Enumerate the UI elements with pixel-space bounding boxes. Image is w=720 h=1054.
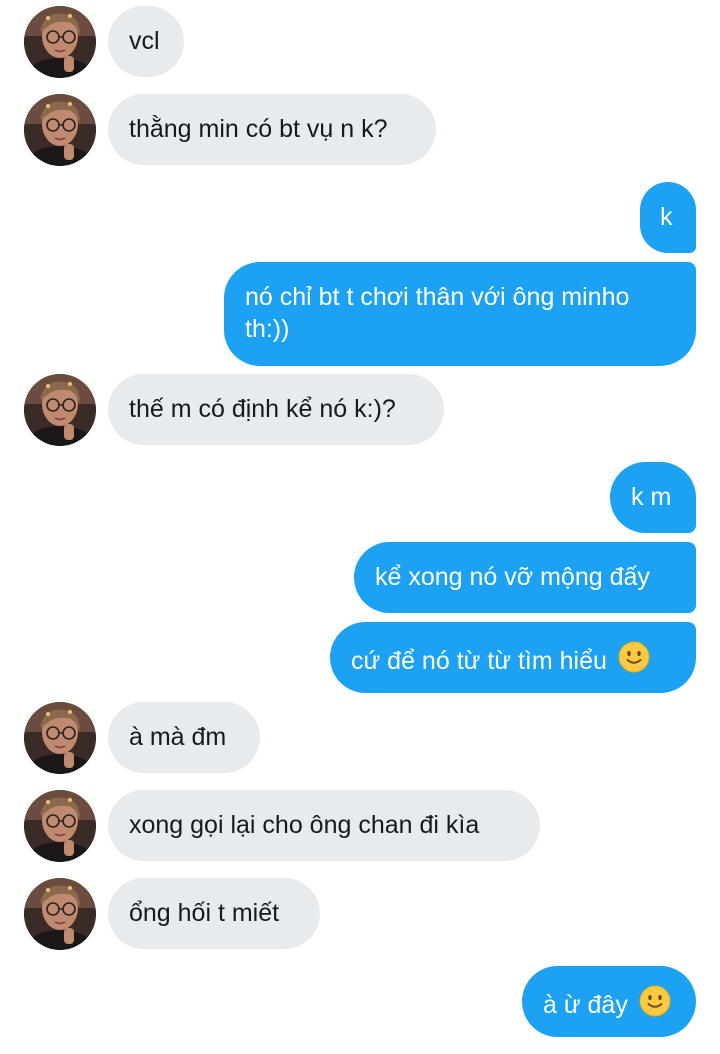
- message-text: thằng min có bt vụ n k?: [129, 115, 388, 143]
- slightly-smiling-face-icon: [638, 985, 671, 1025]
- avatar[interactable]: [24, 702, 96, 774]
- avatar[interactable]: [24, 374, 96, 446]
- sent-message-bubble[interactable]: à ừ đây: [522, 966, 696, 1037]
- received-message-bubble[interactable]: thế m có định kể nó k:)?: [108, 374, 444, 445]
- received-message-bubble[interactable]: thằng min có bt vụ n k?: [108, 94, 436, 165]
- sent-message-bubble[interactable]: k m: [610, 462, 696, 533]
- avatar[interactable]: [24, 94, 96, 166]
- avatar[interactable]: [24, 878, 96, 950]
- received-message-bubble[interactable]: à mà đm: [108, 702, 260, 773]
- message-text: ổng hối t miết: [129, 899, 280, 927]
- slightly-smiling-face-icon: [617, 641, 650, 681]
- message-text: à mà đm: [129, 723, 227, 751]
- sent-message-bubble[interactable]: cứ để nó từ từ tìm hiểu: [330, 622, 696, 693]
- received-message-bubble[interactable]: xong gọi lại cho ông chan đi kìa: [108, 790, 540, 861]
- sent-message-bubble[interactable]: nó chỉ bt t chơi thân với ông minho th:)…: [224, 262, 696, 366]
- message-text: k m: [631, 483, 672, 511]
- message-text: cứ để nó từ từ tìm hiểu: [351, 647, 607, 675]
- sent-message-bubble[interactable]: k: [640, 182, 696, 253]
- message-text: k: [660, 203, 673, 231]
- message-text: xong gọi lại cho ông chan đi kìa: [129, 811, 480, 839]
- message-text: thế m có định kể nó k:)?: [129, 395, 396, 423]
- avatar[interactable]: [24, 6, 96, 78]
- sent-message-bubble[interactable]: kể xong nó vỡ mộng đấy: [354, 542, 696, 613]
- received-message-bubble[interactable]: vcl: [108, 6, 184, 77]
- message-text: kể xong nó vỡ mộng đấy: [375, 563, 650, 591]
- message-text: à ừ đây: [543, 991, 628, 1019]
- avatar[interactable]: [24, 790, 96, 862]
- message-text: vcl: [129, 27, 160, 55]
- received-message-bubble[interactable]: ổng hối t miết: [108, 878, 320, 949]
- message-text: nó chỉ bt t chơi thân với ông minho th:)…: [245, 283, 630, 343]
